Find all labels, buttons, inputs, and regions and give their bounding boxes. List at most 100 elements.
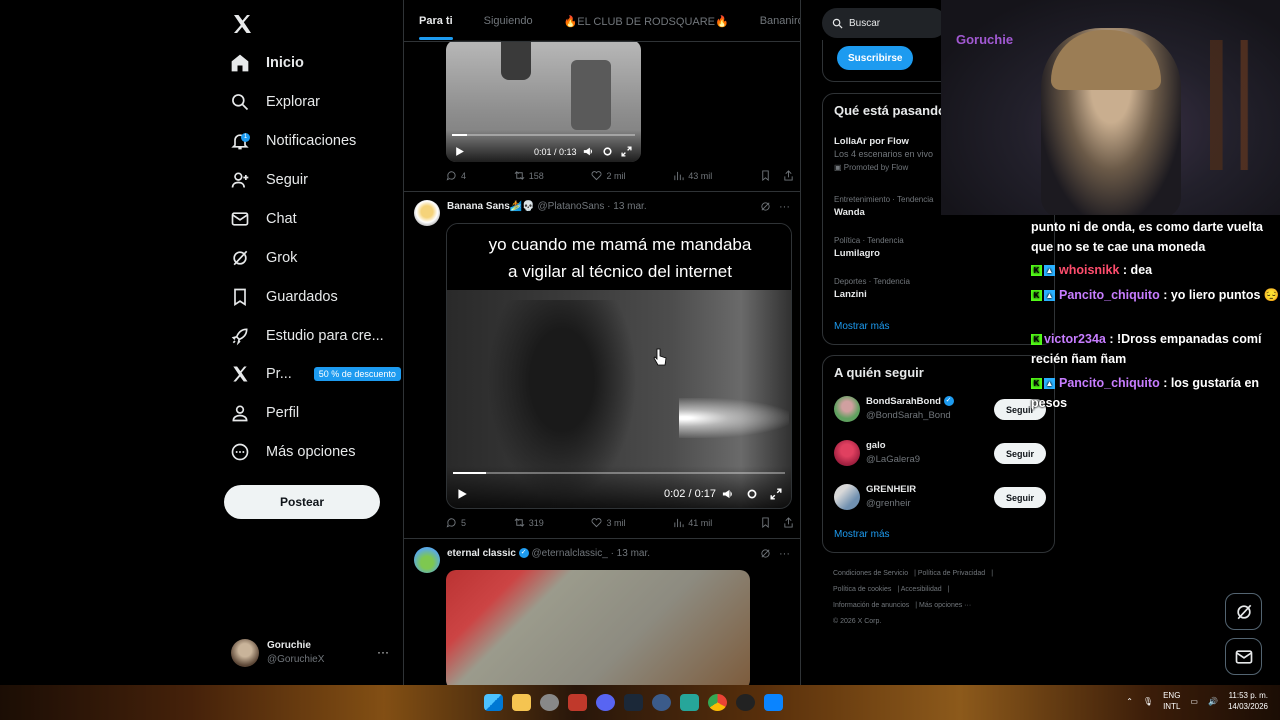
volume-icon[interactable] — [583, 146, 594, 157]
author-name[interactable]: Banana Sans🏄💀 — [447, 201, 535, 212]
app-icon[interactable] — [736, 694, 755, 711]
tweet1-video[interactable]: 0:01 / 0:13 — [446, 40, 641, 162]
who-show-more-link[interactable]: Mostrar más — [834, 529, 890, 540]
network-icon[interactable]: ▭ — [1190, 697, 1198, 706]
file-explorer-icon[interactable] — [512, 694, 531, 711]
share-icon[interactable] — [783, 517, 794, 528]
tab-bananirou[interactable]: Bananirou — [760, 0, 800, 42]
share-icon[interactable] — [783, 170, 794, 181]
start-icon[interactable] — [484, 694, 503, 711]
account-switcher[interactable]: Goruchie @GoruchieX ··· — [231, 637, 391, 669]
tweet3-video[interactable] — [446, 570, 750, 685]
bookmark-icon[interactable] — [760, 517, 771, 528]
footer-link[interactable]: Política de Privacidad — [918, 570, 985, 577]
follow-button[interactable]: Seguir — [994, 487, 1046, 508]
nav-notifications[interactable]: 1 Notificaciones — [230, 126, 356, 156]
microphone-icon[interactable]: 🎙 — [1143, 697, 1153, 706]
footer-link[interactable]: Accesibilidad — [901, 586, 942, 593]
repost-button[interactable]: 319 — [514, 517, 544, 528]
author-handle[interactable]: @eternalclassic_ — [532, 548, 608, 559]
tweet-date[interactable]: · 13 mar. — [607, 201, 646, 212]
chrome-icon[interactable] — [708, 694, 727, 711]
tab-for-you[interactable]: Para ti — [419, 0, 453, 42]
nav-chat[interactable]: Chat — [230, 204, 297, 234]
author-handle[interactable]: @PlatanoSans — [538, 201, 605, 212]
post-button[interactable]: Postear — [224, 485, 380, 519]
video-progress[interactable] — [453, 472, 785, 474]
tweet2-video[interactable]: yo cuando me mamá me mandaba a vigilar a… — [446, 223, 792, 509]
footer-link[interactable]: Política de cookies — [833, 586, 891, 593]
video-progress[interactable] — [452, 134, 635, 136]
volume-icon[interactable]: 🔊 — [1208, 697, 1218, 706]
follow-button[interactable]: Seguir — [994, 443, 1046, 464]
grok-icon[interactable] — [760, 548, 771, 559]
trend-item[interactable]: Deportes · Tendencia Lanzini — [834, 275, 910, 301]
views-button[interactable]: 43 mil — [673, 170, 712, 181]
follow-suggestion[interactable]: BondSarahBond ✓ @BondSarah_Bond Seguir — [834, 394, 1046, 424]
footer-link[interactable]: Más opciones ··· — [919, 602, 971, 609]
reply-count: 5 — [461, 517, 467, 528]
app-icon[interactable] — [764, 694, 783, 711]
footer-link[interactable]: Información de anuncios — [833, 602, 909, 609]
tab-club-rodsquare[interactable]: 🔥EL CLUB DE RODSQUARE🔥 — [564, 0, 729, 42]
avatar[interactable] — [414, 200, 440, 226]
like-button[interactable]: 3 mil — [591, 517, 626, 528]
grok-floating-button[interactable] — [1225, 593, 1262, 630]
search-input[interactable]: Buscar — [849, 18, 880, 29]
more-icon[interactable]: ··· — [779, 201, 790, 213]
nav-bookmarks[interactable]: Guardados — [230, 282, 338, 312]
account-handle: @GoruchieX — [267, 654, 325, 665]
x-logo-icon[interactable] — [230, 12, 254, 36]
trend-item[interactable]: Política · Tendencia Lumilagro — [834, 234, 904, 260]
like-count: 2 mil — [606, 170, 626, 181]
app-icon[interactable] — [652, 694, 671, 711]
play-icon[interactable] — [456, 488, 468, 500]
volume-icon[interactable] — [722, 488, 734, 500]
language-indicator[interactable]: ENG INTL — [1163, 690, 1180, 712]
nav-premium[interactable]: Pr... 50 % de descuento — [230, 359, 401, 389]
follow-suggestion[interactable]: GRENHEIR @grenheir Seguir — [834, 482, 1046, 512]
search-bar[interactable]: Buscar — [822, 8, 947, 38]
views-button[interactable]: 41 mil — [673, 517, 712, 528]
avatar[interactable] — [414, 547, 440, 573]
settings-icon[interactable] — [602, 146, 613, 157]
grok-icon[interactable] — [760, 201, 771, 212]
footer-link[interactable]: Condiciones de Servicio — [833, 570, 908, 577]
avatar — [834, 484, 860, 510]
bookmark-icon[interactable] — [760, 170, 771, 181]
account-name: Goruchie — [267, 640, 311, 651]
discord-icon[interactable] — [596, 694, 615, 711]
obs-icon[interactable] — [540, 694, 559, 711]
reply-button[interactable]: 5 — [446, 517, 466, 528]
messages-floating-button[interactable] — [1225, 638, 1262, 675]
nav-follow[interactable]: Seguir — [230, 165, 308, 195]
play-icon[interactable] — [454, 146, 465, 157]
trends-show-more-link[interactable]: Mostrar más — [834, 321, 890, 332]
like-button[interactable]: 2 mil — [591, 170, 626, 181]
reply-button[interactable]: 4 — [446, 170, 466, 181]
app-icon[interactable] — [680, 694, 699, 711]
more-icon[interactable]: ··· — [779, 548, 790, 560]
subscribe-button[interactable]: Suscribirse — [837, 46, 914, 70]
nav-profile[interactable]: Perfil — [230, 398, 299, 428]
steam-icon[interactable] — [624, 694, 643, 711]
follow-suggestion[interactable]: galo @LaGalera9 Seguir — [834, 438, 1046, 468]
author-name[interactable]: eternal classic — [447, 548, 516, 559]
nav-home[interactable]: Inicio — [230, 48, 304, 78]
account-more-icon[interactable]: ··· — [377, 645, 389, 659]
settings-icon[interactable] — [746, 488, 758, 500]
tray-expand-icon[interactable]: ⌃ — [1126, 697, 1133, 706]
trend-item[interactable]: Entretenimiento · Tendencia Wanda — [834, 193, 933, 219]
nav-grok[interactable]: Grok — [230, 243, 297, 273]
clock[interactable]: 11:53 p. m. 14/03/2026 — [1228, 690, 1268, 712]
fullscreen-icon[interactable] — [770, 488, 782, 500]
nav-explore[interactable]: Explorar — [230, 87, 320, 117]
tweet-date[interactable]: · 13 mar. — [611, 548, 650, 559]
trend-item[interactable]: LollaAr por Flow Los 4 escenarios en viv… — [834, 135, 933, 174]
nav-creator-studio[interactable]: Estudio para cre... — [230, 321, 384, 351]
tab-following[interactable]: Siguiendo — [484, 0, 533, 42]
fullscreen-icon[interactable] — [621, 146, 632, 157]
nav-more-options[interactable]: Más opciones — [230, 437, 355, 467]
kick-app-icon[interactable] — [568, 694, 587, 711]
repost-button[interactable]: 158 — [514, 170, 544, 181]
